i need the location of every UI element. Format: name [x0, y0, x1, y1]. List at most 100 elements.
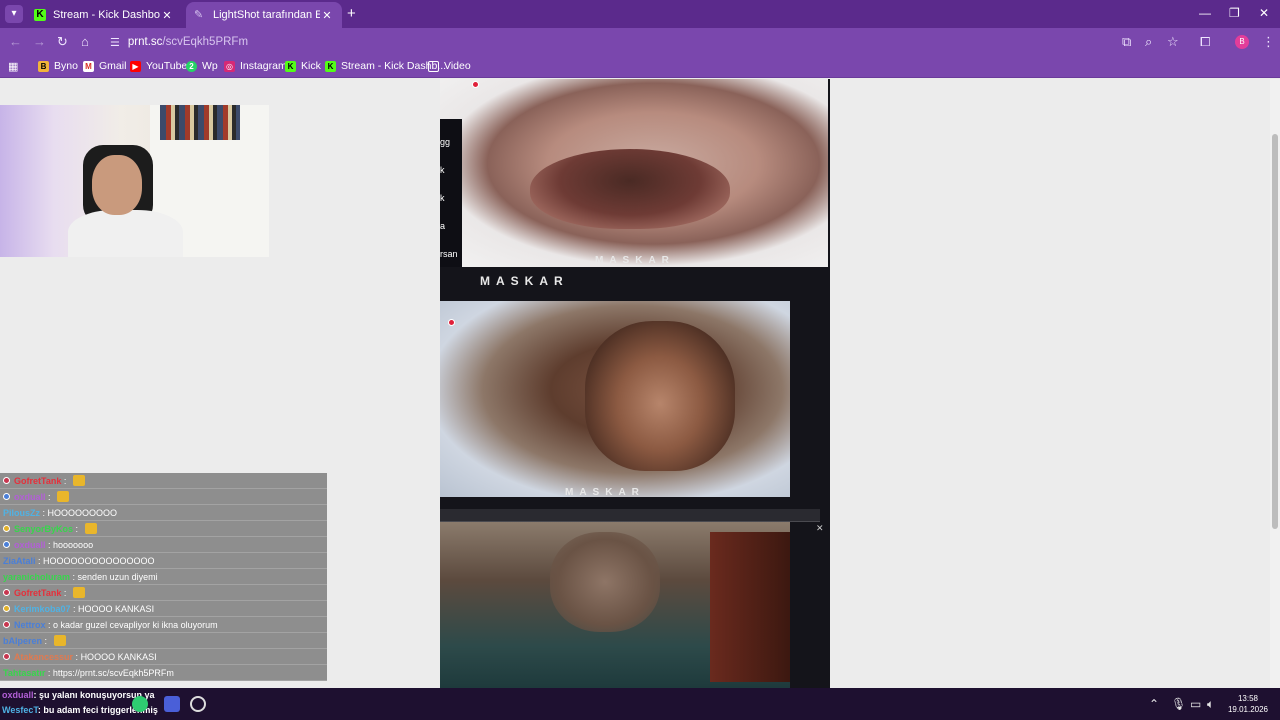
- side-text: a: [440, 221, 446, 231]
- tray-expand-icon[interactable]: ⌃: [1149, 697, 1159, 711]
- chat-username[interactable]: bAlperen: [3, 636, 42, 646]
- apps-grid-icon[interactable]: ▦: [8, 60, 18, 73]
- chat-message: HOOOOOOOOO: [47, 507, 118, 518]
- spotify-icon[interactable]: [132, 696, 148, 712]
- microphone-icon[interactable]: 🎙︎: [1171, 697, 1186, 711]
- site-info-icon[interactable]: ☰: [110, 36, 120, 49]
- minimize-button[interactable]: —: [1199, 6, 1211, 20]
- scrollbar-thumb[interactable]: [1272, 134, 1278, 529]
- volume-icon[interactable]: 🔈︎: [1207, 697, 1214, 712]
- browser-titlebar: ▾ K Stream - Kick Dashboard ✕ ✎ LightSho…: [0, 0, 1280, 28]
- chat-row: Nettrox : o kadar guzel cevapliyor ki ik…: [0, 617, 327, 633]
- chat-username[interactable]: Atakancessur: [14, 652, 73, 662]
- chat-username[interactable]: GofretTank: [14, 588, 61, 598]
- tab-close-icon[interactable]: ✕: [320, 9, 334, 22]
- bookmark-youtube[interactable]: ▶ YouTube: [130, 60, 187, 72]
- restore-button[interactable]: ❐: [1229, 6, 1240, 20]
- embedded-window-titlebar: [440, 509, 820, 522]
- chat-row: GofretTank :: [0, 473, 327, 489]
- bookmark-gmail[interactable]: M Gmail: [83, 60, 126, 72]
- bookmark-folder-video[interactable]: Video: [428, 60, 471, 72]
- tab-title: Stream - Kick Dashboard: [53, 9, 160, 21]
- youtube-icon: ▶: [130, 60, 141, 72]
- chat-message: senden uzun diyemi: [77, 571, 158, 582]
- lightshot-image[interactable]: gg k k a rsan MASKAR MASKAR MASKAR ✕: [440, 79, 830, 688]
- watermark-text: MASKAR: [480, 274, 569, 288]
- chat-username[interactable]: PilousZz: [3, 508, 40, 518]
- bookmark-label: Gmail: [99, 60, 127, 72]
- bookmark-instagram[interactable]: ◎ Instagram: [224, 60, 287, 72]
- chat-row: oxduall :: [0, 489, 327, 505]
- chat-row: Tahtasatır : https://prnt.sc/scvEqkh5PRF…: [0, 665, 327, 681]
- chat-badge-icon: [3, 525, 10, 532]
- forward-icon[interactable]: →: [33, 34, 46, 50]
- page-scrollbar[interactable]: [1270, 79, 1280, 688]
- chat-separator: :: [61, 587, 69, 598]
- chat-message: HOOOO KANKASI: [78, 603, 155, 614]
- home-icon[interactable]: ⌂: [81, 34, 89, 50]
- bookmark-wp[interactable]: 2 Wp: [186, 60, 218, 72]
- chat-username[interactable]: Nettrox: [14, 620, 46, 630]
- menu-kebab-icon[interactable]: ⋮: [1262, 34, 1275, 50]
- chat-username[interactable]: SenyorByKos: [14, 524, 73, 534]
- emote-icon: [53, 635, 66, 646]
- profile-avatar[interactable]: B: [1235, 35, 1249, 49]
- chat-username[interactable]: oxduall: [14, 540, 46, 550]
- chat-badge-icon: [3, 653, 10, 660]
- tab-title: LightShot tarafından Ekran Görüntüsü: [213, 9, 320, 21]
- bookmark-kick[interactable]: K Kick: [285, 60, 321, 72]
- overlay-side-strip: gg k k a rsan: [440, 119, 462, 267]
- url-path: /scvEqkh5PRFm: [162, 36, 249, 48]
- chat-separator: :: [45, 491, 54, 502]
- bookmark-star-icon[interactable]: ☆: [1167, 34, 1179, 50]
- record-dot-icon: [472, 81, 479, 88]
- chat-username[interactable]: yaranicholuram: [3, 572, 70, 582]
- side-text: rsan: [440, 249, 458, 259]
- embedded-close-icon: ✕: [816, 523, 824, 533]
- stream-frame-middle: MASKAR: [440, 301, 790, 497]
- streamer-head: [92, 155, 142, 215]
- clock-date: 19.01.2026: [1227, 705, 1269, 714]
- network-icon[interactable]: ▭: [1190, 697, 1201, 711]
- instagram-icon: ◎: [224, 60, 235, 72]
- new-tab-button[interactable]: +: [347, 6, 356, 22]
- whatsapp-icon: 2: [186, 60, 197, 72]
- reload-icon[interactable]: ↻: [57, 34, 68, 50]
- close-window-button[interactable]: ✕: [1259, 6, 1269, 20]
- watermark-text: MASKAR: [565, 487, 645, 497]
- address-bar[interactable]: ☰ prnt.sc /scvEqkh5PRFm: [102, 30, 1222, 54]
- streamer-shirt: [68, 210, 183, 257]
- chat-badge-icon: [3, 477, 10, 484]
- chat-username: oxduall: [2, 690, 34, 700]
- taskbar: oxduall: şu yalanı konuşuyorsun ya Wesfe…: [0, 688, 1280, 720]
- install-app-icon[interactable]: ⧉: [1122, 34, 1131, 50]
- feather-icon: ✎: [194, 9, 204, 21]
- chat-row: Kerimkoba07 : HOOOO KANKASI: [0, 601, 327, 617]
- door-shape: [710, 532, 790, 682]
- chat-username[interactable]: ZiaAtali: [3, 556, 36, 566]
- chat-username[interactable]: Kerimkoba07: [14, 604, 71, 614]
- kick-icon: K: [34, 9, 46, 21]
- emote-icon: [72, 587, 85, 598]
- back-icon[interactable]: ←: [9, 34, 22, 50]
- webcam-overlay: [0, 105, 269, 257]
- chat-username[interactable]: GofretTank: [14, 476, 61, 486]
- extensions-icon[interactable]: ⧠: [1200, 34, 1210, 50]
- tab-lightshot[interactable]: ✎ LightShot tarafından Ekran Görüntüsü ✕: [186, 2, 342, 28]
- browser-toolbar: ← → ↻ ⌂ ☰ prnt.sc /scvEqkh5PRFm ⧉ ⌕ ☆ ⧠ …: [0, 28, 1280, 56]
- chat-badge-icon: [3, 589, 10, 596]
- stream-frame-top: gg k k a rsan MASKAR: [440, 79, 828, 267]
- zoom-icon[interactable]: ⌕: [1145, 34, 1152, 50]
- tab-kick-dashboard[interactable]: K Stream - Kick Dashboard ✕: [26, 2, 182, 28]
- tab-close-icon[interactable]: ✕: [160, 9, 174, 22]
- clock-time: 13:58: [1237, 694, 1259, 703]
- chat-username[interactable]: oxduall: [14, 492, 46, 502]
- chat-username[interactable]: Tahtasatır: [3, 668, 45, 678]
- bookmark-byno[interactable]: B Byno: [38, 60, 78, 72]
- obs-icon[interactable]: [190, 696, 206, 712]
- app-icon[interactable]: [164, 696, 180, 712]
- system-clock[interactable]: 13:58 19.01.2026: [1220, 693, 1276, 715]
- chat-row: ZiaAtali : HOOOOOOOOOOOOOOO: [0, 553, 327, 569]
- tab-search-menu-button[interactable]: ▾: [5, 5, 23, 23]
- chat-username: WesfecT: [2, 705, 38, 715]
